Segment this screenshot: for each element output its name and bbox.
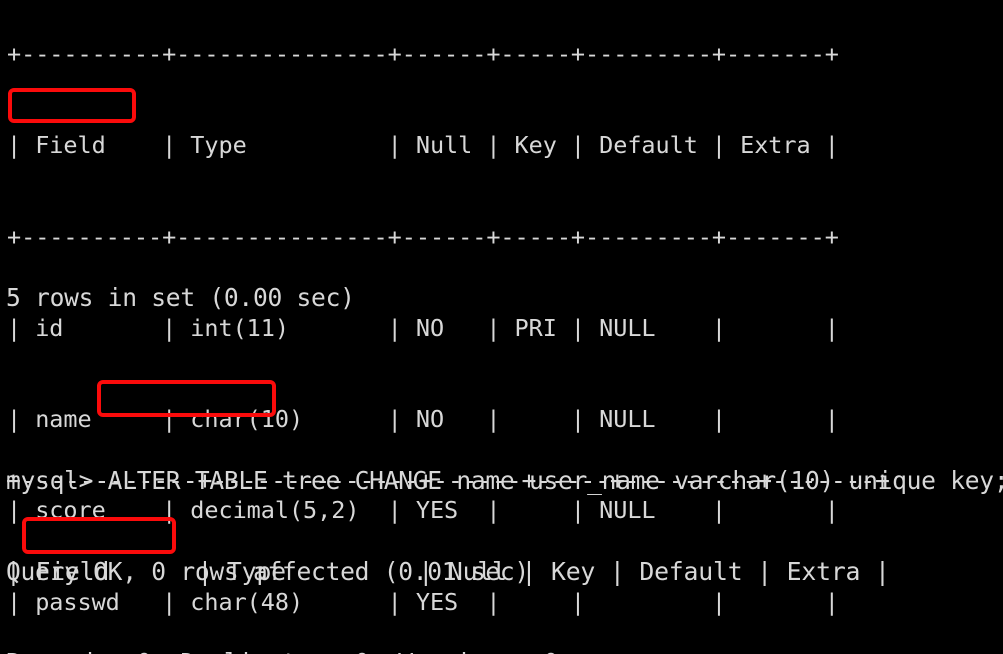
desc-output-after-alter: +------------+--------------+------+----… xyxy=(0,405,1003,654)
table-border-top: +------------+--------------+------+----… xyxy=(6,465,890,495)
terminal-window[interactable]: +----------+---------------+------+-----… xyxy=(0,0,1003,654)
table-separator: +------------+--------------+------+----… xyxy=(6,648,1003,654)
table-border-top-partial: +----------+---------------+------+-----… xyxy=(7,39,839,68)
rows-in-set-status: 5 rows in set (0.00 sec) xyxy=(6,282,355,312)
table-header-row: | Field | Type | Null | Key | Default | … xyxy=(7,131,839,160)
table-header-row: | Field | Type | Null | Key | Default | … xyxy=(6,557,890,587)
